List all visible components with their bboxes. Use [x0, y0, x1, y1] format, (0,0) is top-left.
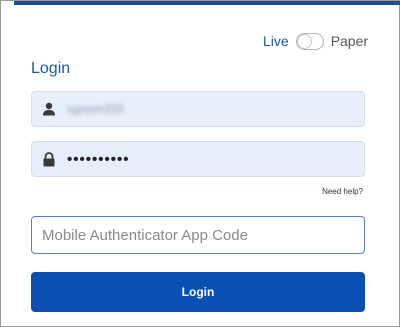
- need-help-link[interactable]: Need help?: [322, 187, 363, 196]
- user-icon: [42, 102, 56, 116]
- login-button[interactable]: Login: [31, 272, 365, 312]
- username-value: sgreen203: [67, 102, 124, 116]
- lock-icon: [42, 151, 56, 166]
- top-accent-bar: [14, 1, 400, 5]
- password-field[interactable]: ••••••••••: [31, 141, 365, 177]
- username-field[interactable]: sgreen203: [31, 91, 365, 127]
- login-title: Login: [31, 60, 71, 77]
- toggle-knob: [296, 33, 312, 49]
- mode-live-label[interactable]: Live: [263, 33, 289, 49]
- authenticator-code-input[interactable]: [31, 216, 365, 254]
- login-panel: Live Paper Login sgreen203 •••••••••• Ne…: [0, 0, 400, 327]
- password-value: ••••••••••: [67, 150, 130, 168]
- account-mode-switch: Live Paper: [263, 31, 368, 51]
- live-paper-toggle[interactable]: [295, 32, 324, 50]
- mode-paper-label[interactable]: Paper: [331, 33, 368, 49]
